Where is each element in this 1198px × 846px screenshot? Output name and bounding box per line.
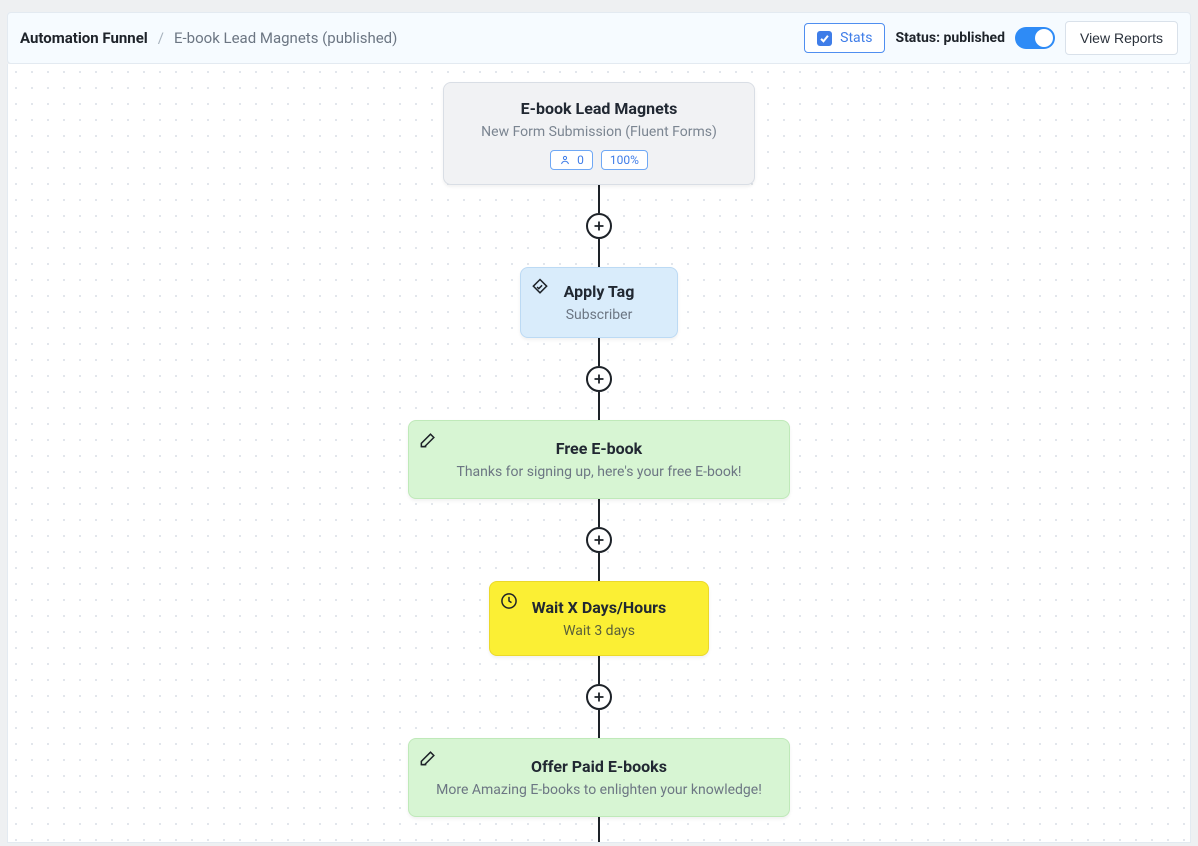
add-step-button[interactable] [586, 366, 612, 392]
toggle-knob [1035, 29, 1053, 47]
connector-edge [598, 185, 600, 213]
header-actions: Stats Status: published View Reports [804, 21, 1178, 55]
percent-badge[interactable]: 100% [601, 150, 648, 170]
connector-edge [598, 338, 600, 366]
plus-icon [593, 373, 605, 385]
plus-icon [593, 220, 605, 232]
email-node-free-ebook[interactable]: Free E-book Thanks for signing up, here'… [408, 420, 790, 499]
email-node-offer-paid[interactable]: Offer Paid E-books More Amazing E-books … [408, 738, 790, 817]
user-icon [559, 154, 571, 166]
email1-subtitle: Thanks for signing up, here's your free … [433, 464, 765, 480]
people-count: 0 [577, 153, 584, 167]
trigger-node[interactable]: E-book Lead Magnets New Form Submission … [443, 82, 755, 185]
publish-toggle[interactable] [1015, 27, 1055, 49]
wait-node[interactable]: Wait X Days/Hours Wait 3 days [489, 581, 709, 656]
connector-edge [598, 553, 600, 581]
apply-tag-title: Apply Tag [535, 282, 663, 301]
trigger-subtitle: New Form Submission (Fluent Forms) [464, 124, 734, 140]
trigger-title: E-book Lead Magnets [464, 99, 734, 118]
apply-tag-subtitle: Subscriber [535, 307, 663, 323]
automation-canvas[interactable]: E-book Lead Magnets New Form Submission … [7, 64, 1191, 843]
percent-value: 100% [610, 153, 639, 167]
wait-title: Wait X Days/Hours [506, 598, 692, 617]
connector-edge [598, 710, 600, 738]
flow-column: E-book Lead Magnets New Form Submission … [339, 82, 859, 843]
email2-subtitle: More Amazing E-books to enlighten your k… [433, 782, 765, 798]
connector-edge [598, 392, 600, 420]
clock-icon [498, 590, 520, 612]
connector-edge [598, 656, 600, 684]
compose-icon [417, 429, 439, 451]
wait-subtitle: Wait 3 days [506, 623, 692, 639]
breadcrumb: Automation Funnel / E-book Lead Magnets … [20, 29, 397, 47]
breadcrumb-root[interactable]: Automation Funnel [20, 29, 148, 47]
apply-tag-node[interactable]: Apply Tag Subscriber [520, 267, 678, 338]
connector-edge [598, 499, 600, 527]
stats-toggle-checkbox[interactable]: Stats [804, 23, 885, 53]
check-icon [817, 31, 832, 46]
breadcrumb-leaf: E-book Lead Magnets (published) [174, 29, 397, 47]
people-badge[interactable]: 0 [550, 150, 593, 170]
view-reports-button[interactable]: View Reports [1065, 21, 1178, 55]
email1-title: Free E-book [433, 439, 765, 458]
tag-check-icon [529, 276, 551, 298]
breadcrumb-separator: / [158, 29, 164, 47]
plus-icon [593, 534, 605, 546]
add-step-button[interactable] [586, 684, 612, 710]
status-label: Status: published [895, 30, 1005, 46]
trigger-stats: 0 100% [464, 150, 734, 170]
add-step-button[interactable] [586, 213, 612, 239]
plus-icon [593, 691, 605, 703]
email2-title: Offer Paid E-books [433, 757, 765, 776]
page-header: Automation Funnel / E-book Lead Magnets … [7, 12, 1191, 64]
add-step-button[interactable] [586, 527, 612, 553]
stats-label: Stats [840, 30, 872, 46]
connector-edge [598, 817, 600, 843]
connector-edge [598, 239, 600, 267]
compose-icon [417, 747, 439, 769]
